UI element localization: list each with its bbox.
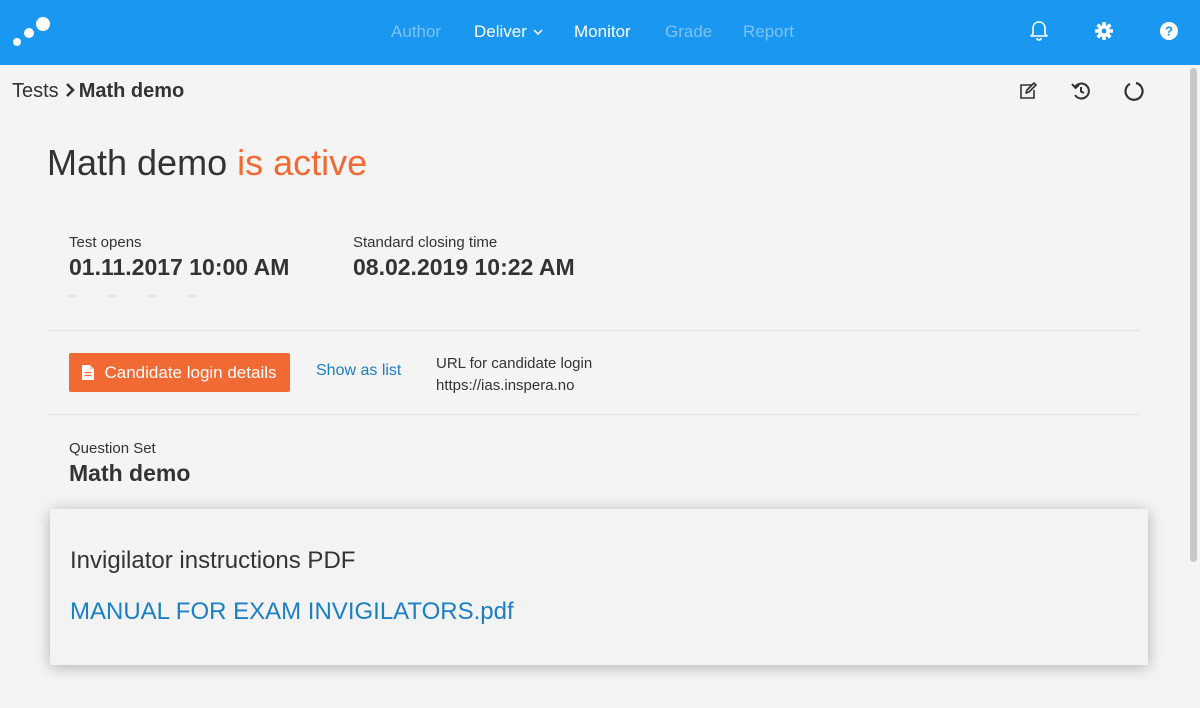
breadcrumb: Tests Math demo	[12, 80, 184, 103]
candidate-login-details-button[interactable]: Candidate login details	[69, 353, 290, 392]
nav-item-author[interactable]: Author	[391, 22, 441, 42]
breadcrumb-current: Math demo	[78, 80, 185, 102]
test-opens-label: Test opens	[69, 234, 142, 251]
history-icon[interactable]	[1070, 80, 1092, 102]
test-opens-value: 01.11.2017 10:00 AM	[69, 254, 290, 280]
chevron-right-icon	[65, 83, 75, 97]
faded-row	[69, 295, 199, 297]
show-as-list-link[interactable]: Show as list	[316, 362, 401, 380]
candidate-login-details-label: Candidate login details	[104, 362, 277, 382]
divider	[47, 330, 1140, 331]
page-title-name: Math demo	[47, 142, 228, 183]
edit-icon[interactable]	[1017, 80, 1039, 102]
question-set-label: Question Set	[69, 440, 156, 457]
nav-item-deliver[interactable]: Deliver	[474, 22, 543, 42]
top-navigation-bar: Author Deliver Monitor Grade Report ?	[0, 0, 1200, 65]
page-title: Math demo is active	[47, 142, 367, 184]
closing-time-label: Standard closing time	[353, 234, 498, 251]
question-set-value: Math demo	[69, 460, 191, 486]
invigilator-manual-pdf-link[interactable]: MANUAL FOR EXAM INVIGILATORS.pdf	[70, 598, 514, 626]
closing-time-value: 08.02.2019 10:22 AM	[353, 254, 575, 280]
breadcrumb-tests-link[interactable]: Tests	[12, 80, 59, 102]
nav-item-report[interactable]: Report	[743, 22, 794, 42]
main-nav: Author Deliver Monitor Grade Report	[0, 0, 1200, 65]
invigilator-instructions-title: Invigilator instructions PDF	[70, 547, 356, 574]
bell-icon[interactable]	[1028, 20, 1050, 42]
help-icon[interactable]: ?	[1158, 20, 1180, 42]
candidate-url-label: URL for candidate login	[436, 355, 593, 372]
divider	[47, 414, 1140, 415]
svg-text:?: ?	[1165, 24, 1173, 39]
document-icon	[82, 365, 95, 380]
nav-item-grade[interactable]: Grade	[665, 22, 712, 42]
scrollbar-thumb[interactable]	[1190, 68, 1197, 562]
refresh-icon[interactable]	[1123, 80, 1145, 102]
invigilator-instructions-panel: Invigilator instructions PDF MANUAL FOR …	[50, 509, 1148, 665]
candidate-url-value: https://ias.inspera.no	[436, 377, 575, 394]
status-text: is active	[237, 142, 368, 183]
chevron-down-icon	[533, 29, 543, 35]
nav-item-monitor[interactable]: Monitor	[574, 22, 631, 42]
gear-icon[interactable]	[1093, 20, 1115, 42]
nav-item-deliver-label: Deliver	[474, 22, 527, 41]
